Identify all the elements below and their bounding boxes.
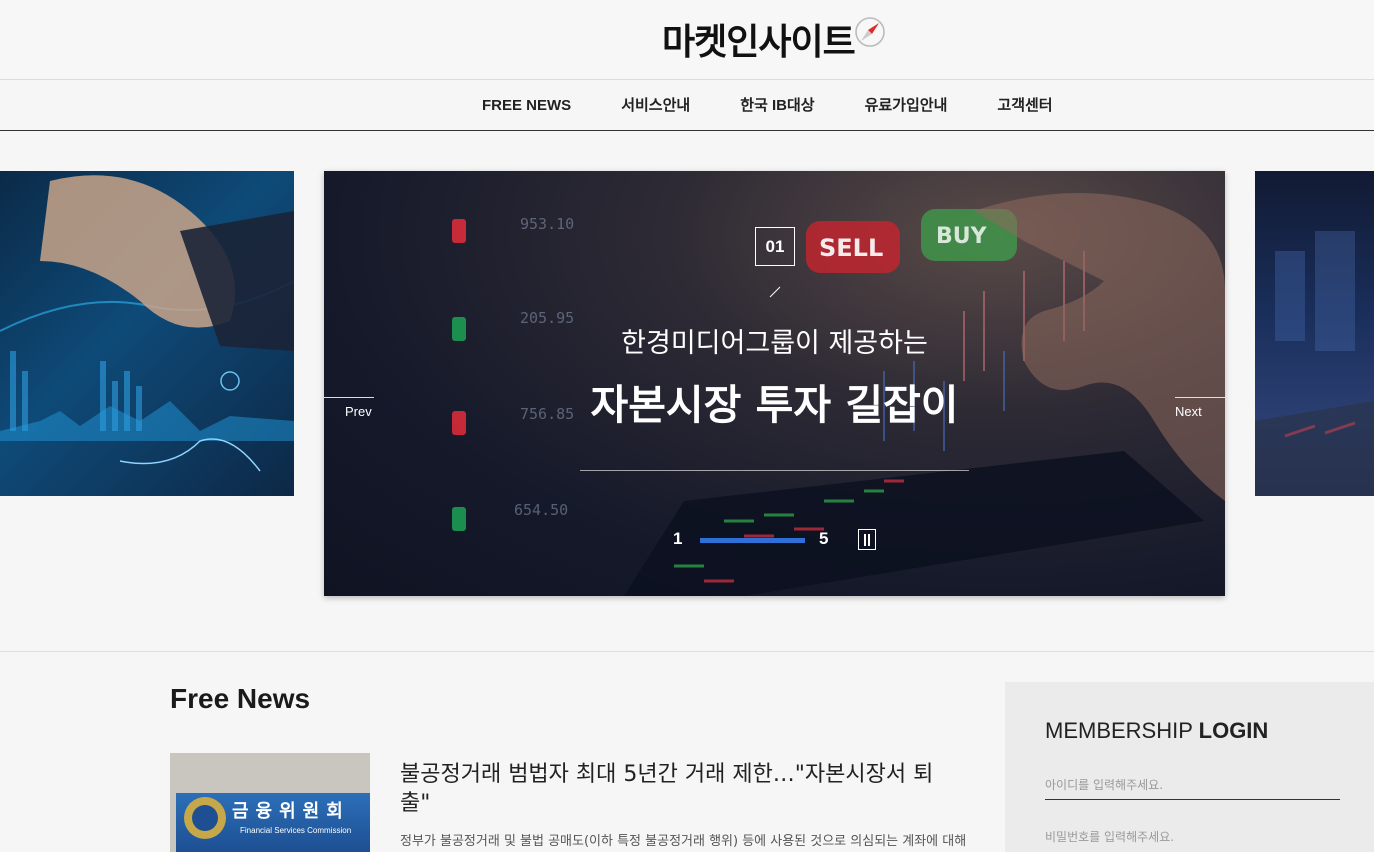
next-button[interactable]: Next: [1175, 397, 1225, 419]
fsc-emblem-inner: [192, 805, 218, 831]
pause-icon: [864, 534, 866, 546]
nav-free-news[interactable]: FREE NEWS: [457, 81, 596, 131]
fsc-sign-korean: 금융위원회: [232, 801, 350, 822]
slide-preview-right-art: [1255, 231, 1374, 496]
slide-progress-fill: [700, 538, 805, 543]
login-title-bold: LOGIN: [1198, 718, 1269, 743]
slide-preview-left[interactable]: [0, 171, 294, 496]
article-summary: 정부가 불공정거래 및 불법 공매도(이하 특정 불공정거래 행위) 등에 사용…: [400, 834, 967, 849]
nav-paid-subscription[interactable]: 유료가입안내: [840, 81, 973, 131]
hero-title: 자본시장 투자 길잡이: [590, 381, 959, 429]
membership-login-panel: MEMBERSHIP LOGIN: [1005, 682, 1374, 852]
section-divider: [0, 651, 1374, 652]
user-id-input[interactable]: [1045, 770, 1340, 800]
pause-button[interactable]: [858, 529, 876, 550]
price-label: 654.50: [514, 501, 568, 519]
logo-text: 마켓인사이트: [662, 21, 856, 63]
login-title: MEMBERSHIP LOGIN: [1045, 718, 1268, 744]
login-title-light: MEMBERSHIP: [1045, 718, 1193, 743]
site-header: 마켓인사이트: [0, 0, 1374, 80]
total-slides: 5: [819, 529, 829, 548]
sell-label: SELL: [819, 234, 883, 262]
slash-decoration: [769, 286, 781, 298]
slide-progress-bar: [700, 538, 805, 543]
site-logo[interactable]: 마켓인사이트: [662, 14, 887, 64]
article-headline[interactable]: 불공정거래 범법자 최대 5년간 거래 제한…"자본시장서 퇴출": [400, 760, 960, 818]
pause-icon: [868, 534, 870, 546]
nav-ib-awards[interactable]: 한국 IB대상: [715, 81, 839, 131]
prev-button[interactable]: Prev: [324, 397, 374, 419]
slide-preview-right[interactable]: [1255, 171, 1374, 496]
hero-divider: [580, 470, 969, 471]
free-news-heading: Free News: [170, 683, 311, 714]
fsc-sign-english: Financial Services Commission: [240, 826, 352, 835]
price-label: 953.10: [520, 215, 574, 233]
current-slide-index: 1: [673, 529, 683, 548]
hero-subtitle: 한경미디어그룹이 제공하는: [621, 328, 928, 359]
hero-slide: 953.10 205.95 756.85 654.50 SELL BUY 01 …: [324, 171, 1225, 596]
buy-label: BUY: [936, 224, 988, 249]
nav-customer-center[interactable]: 고객센터: [972, 81, 1077, 131]
slide-preview-left-art: [0, 175, 294, 472]
main-nav: FREE NEWS 서비스안내 한국 IB대상 유료가입안내 고객센터: [0, 81, 1374, 131]
password-input[interactable]: [1045, 822, 1340, 852]
nav-service-info[interactable]: 서비스안내: [596, 81, 715, 131]
article-thumbnail[interactable]: 금융위원회 Financial Services Commission: [170, 753, 370, 852]
compass-icon: [854, 17, 885, 47]
slide-number: 01: [755, 227, 795, 266]
